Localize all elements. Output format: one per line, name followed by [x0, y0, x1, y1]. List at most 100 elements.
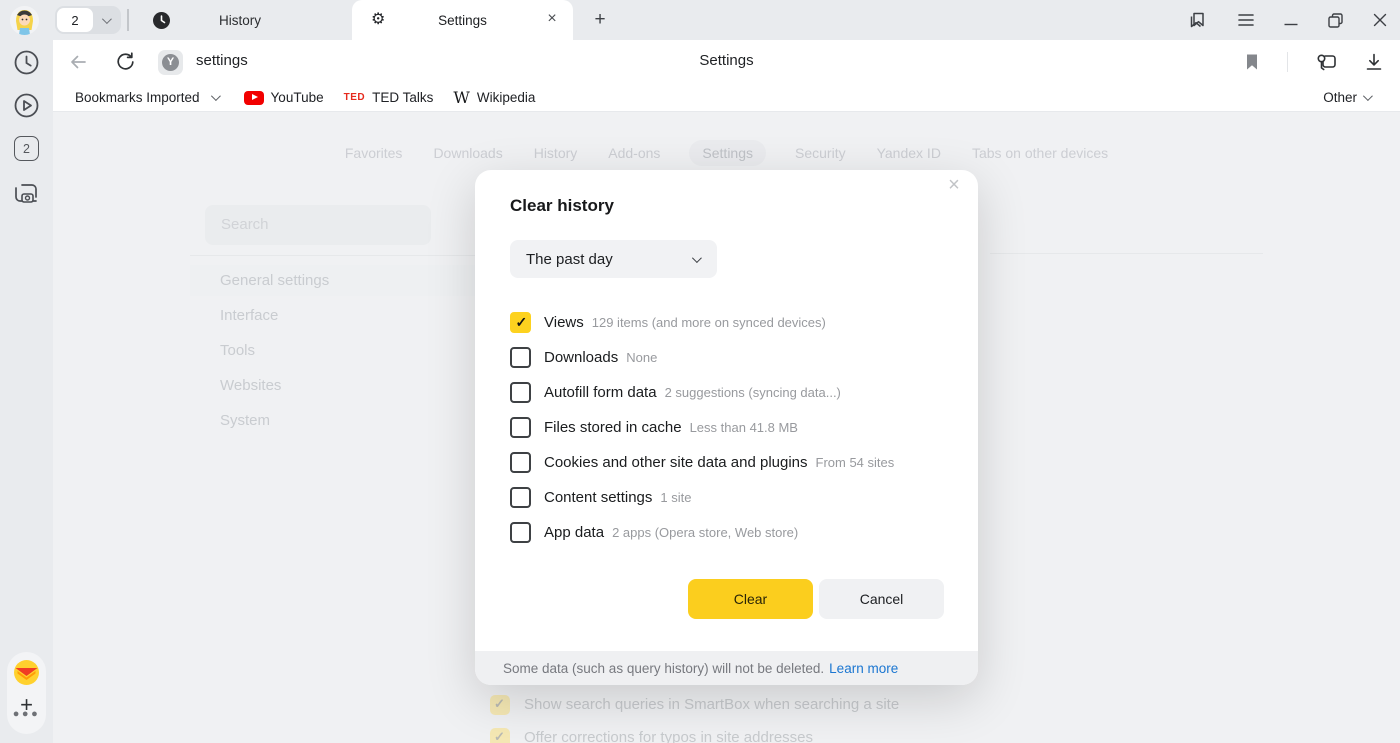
- tab-bar: 2 History ⚙ Settings × +: [0, 0, 1400, 40]
- divider: [990, 253, 1263, 254]
- more-options-icon[interactable]: ●●●: [0, 708, 53, 720]
- bookmark-label: TED Talks: [372, 90, 433, 105]
- option-label: Views: [544, 314, 584, 331]
- option-detail: 2 suggestions (syncing data...): [665, 385, 841, 400]
- bookmark-ted-talks[interactable]: TED TED Talks: [344, 90, 434, 105]
- clear-options-list: Views129 items (and more on synced devic…: [510, 305, 948, 550]
- checkbox[interactable]: [510, 487, 531, 508]
- passwords-icon[interactable]: [1314, 51, 1338, 73]
- back-icon[interactable]: [66, 50, 90, 74]
- url-input[interactable]: settings: [196, 52, 248, 69]
- settings-nav-tabs-on-other-devices: Tabs on other devices: [970, 140, 1110, 166]
- chevron-down-icon: [692, 253, 702, 263]
- background-option: Offer corrections for typos in site addr…: [490, 727, 899, 743]
- clear-option-downloads[interactable]: DownloadsNone: [510, 340, 948, 375]
- bookmark-label: YouTube: [271, 90, 324, 105]
- side-panel-icon[interactable]: [1187, 10, 1209, 30]
- bookmark-wikipedia[interactable]: W Wikipedia: [453, 88, 535, 107]
- footer-note: Some data (such as query history) will n…: [503, 661, 824, 676]
- downloads-icon[interactable]: [1364, 52, 1384, 72]
- player-rail-icon[interactable]: [13, 92, 40, 119]
- checkbox[interactable]: [510, 347, 531, 368]
- clear-button[interactable]: Clear: [688, 579, 813, 619]
- settings-sidebar-item-general-settings: General settings: [220, 263, 329, 298]
- ted-logo: TED: [344, 92, 366, 103]
- background-option: Show search queries in SmartBox when sea…: [490, 694, 899, 715]
- dialog-footer: Some data (such as query history) will n…: [475, 651, 978, 685]
- settings-sidebar-item-tools: Tools: [220, 333, 329, 368]
- minimize-icon[interactable]: [1283, 12, 1299, 28]
- option-label: Content settings: [544, 489, 652, 506]
- clear-history-dialog: × Clear history The past day Views129 it…: [475, 170, 978, 685]
- option-detail: 1 site: [660, 490, 691, 505]
- dialog-title: Clear history: [510, 196, 614, 216]
- bookmark-youtube[interactable]: YouTube: [244, 90, 324, 105]
- tab-separator: [127, 9, 129, 31]
- divider: [190, 255, 476, 256]
- page-title: Settings: [53, 52, 1400, 69]
- settings-sidebar: General settingsInterfaceToolsWebsitesSy…: [220, 263, 329, 438]
- yandex-mail-icon[interactable]: [14, 660, 39, 685]
- tab-history[interactable]: History: [135, 0, 345, 40]
- checkbox[interactable]: [510, 522, 531, 543]
- clear-option-content-settings[interactable]: Content settings 1 site: [510, 480, 948, 515]
- clear-option-app-data[interactable]: App data2 apps (Opera store, Web store): [510, 515, 948, 550]
- settings-nav-yandex-id: Yandex ID: [875, 140, 943, 166]
- screenshot-rail-icon[interactable]: [13, 180, 40, 207]
- time-period-select[interactable]: The past day: [510, 240, 717, 278]
- clear-option-views[interactable]: Views129 items (and more on synced devic…: [510, 305, 948, 340]
- learn-more-link[interactable]: Learn more: [829, 661, 898, 676]
- settings-nav-downloads: Downloads: [431, 140, 504, 166]
- time-period-value: The past day: [526, 251, 692, 268]
- profile-avatar[interactable]: [10, 6, 39, 35]
- yandex-favicon-letter: Y: [162, 54, 179, 71]
- settings-nav-settings: Settings: [689, 140, 766, 166]
- close-window-icon[interactable]: [1372, 12, 1388, 28]
- tabs-rail-icon[interactable]: 2: [14, 136, 39, 161]
- wikipedia-logo: W: [453, 88, 469, 107]
- checkbox[interactable]: [510, 417, 531, 438]
- tab-count-control[interactable]: 2: [55, 6, 121, 34]
- youtube-icon: [244, 91, 264, 105]
- clear-option-files-stored-in-cache[interactable]: Files stored in cache Less than 41.8 MB: [510, 410, 948, 445]
- tab-settings[interactable]: ⚙ Settings ×: [352, 0, 573, 40]
- bookmarks-other[interactable]: Other: [1323, 90, 1370, 105]
- option-label: Files stored in cache: [544, 419, 682, 436]
- settings-nav: FavoritesDownloadsHistoryAdd-onsSettings…: [53, 140, 1400, 166]
- clear-option-autofill-form-data[interactable]: Autofill form data2 suggestions (syncing…: [510, 375, 948, 410]
- menu-icon[interactable]: [1237, 12, 1255, 28]
- chevron-down-icon: [102, 14, 112, 24]
- new-tab-button[interactable]: +: [588, 8, 612, 32]
- settings-nav-history: History: [532, 140, 580, 166]
- bookmark-icon[interactable]: [1243, 52, 1261, 72]
- restore-icon[interactable]: [1327, 12, 1344, 29]
- site-favicon: Y: [158, 50, 183, 75]
- option-label: App data: [544, 524, 604, 541]
- option-label: Cookies and other site data and plugins: [544, 454, 808, 471]
- settings-nav-security: Security: [793, 140, 848, 166]
- history-rail-icon[interactable]: [13, 49, 40, 76]
- toolbar-separator: [1287, 52, 1288, 72]
- bookmarks-other-label: Other: [1323, 90, 1357, 105]
- reload-icon[interactable]: [113, 50, 137, 74]
- settings-sidebar-item-websites: Websites: [220, 368, 329, 403]
- option-detail: Less than 41.8 MB: [690, 420, 798, 435]
- bookmarks-folder[interactable]: Bookmarks Imported: [75, 90, 218, 105]
- checkbox[interactable]: [510, 312, 531, 333]
- tab-count[interactable]: 2: [57, 8, 93, 32]
- tab-close-icon[interactable]: ×: [542, 9, 562, 29]
- widgets-pill: +: [7, 652, 46, 734]
- cancel-button[interactable]: Cancel: [819, 579, 944, 619]
- bookmark-label: Wikipedia: [477, 90, 536, 105]
- checkbox[interactable]: [510, 452, 531, 473]
- gear-icon: ⚙: [371, 11, 385, 29]
- dialog-close-icon[interactable]: ×: [943, 174, 965, 196]
- clear-option-cookies-and-other-site-data-and-plugins[interactable]: Cookies and other site data and pluginsF…: [510, 445, 948, 480]
- chevron-down-icon: [211, 91, 221, 101]
- checked-checkbox: [490, 695, 510, 715]
- rail-tab-count: 2: [23, 142, 30, 156]
- avatar-girl-icon: [10, 6, 39, 35]
- checkbox[interactable]: [510, 382, 531, 403]
- settings-nav-favorites: Favorites: [343, 140, 405, 166]
- background-option-label: Show search queries in SmartBox when sea…: [524, 696, 899, 713]
